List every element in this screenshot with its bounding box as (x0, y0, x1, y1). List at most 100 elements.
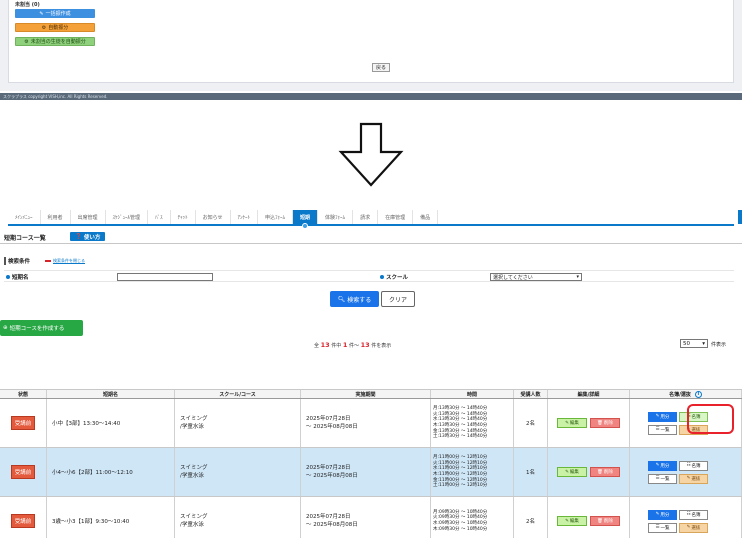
nav-item-billing[interactable]: 請求 (353, 210, 379, 224)
down-arrow-icon (338, 122, 404, 187)
nav-item-schedule[interactable]: ｽｹｼﾞｭｰﾙ管理 (106, 210, 149, 224)
help-icon: ❓ (75, 233, 82, 240)
edit-button[interactable]: ✎ 編集 (557, 516, 587, 526)
enrollment-count: 2名 (514, 497, 548, 538)
search-conditions-heading: 検索条件 (4, 257, 30, 265)
create-course-button[interactable]: ⊕ 短期コースを作成する (0, 320, 83, 336)
unassigned-count-label: 未割当 (0) (15, 2, 40, 8)
bullet-icon (380, 275, 384, 279)
nav-item-survey[interactable]: ｱﾝｹｰﾄ (231, 210, 259, 224)
delete-button[interactable]: 🗑︎ 削除 (590, 516, 620, 526)
nav-item-application-form[interactable]: 申込ﾌｫｰﾑ (258, 210, 294, 224)
split-button[interactable]: ✎ 用分 (648, 460, 677, 471)
header-edit: 編集/詳細 (548, 390, 630, 398)
auto-assign-unassigned-button[interactable]: ⚙ 未割当の生徒を自動振分 (15, 37, 95, 46)
time-slot: 木:09時30分 ～ 10時40分 (433, 526, 488, 532)
back-button[interactable]: 戻る (372, 63, 390, 72)
edit-button[interactable]: ✎ 編集 (557, 467, 587, 477)
header-period: 実施期間 (301, 390, 431, 398)
nav-item-news[interactable]: お知らせ (196, 210, 231, 224)
nav-item-attendance[interactable]: 出席管理 (71, 210, 106, 224)
delete-button[interactable]: 🗑︎ 削除 (590, 418, 620, 428)
edit-icon: ✎ (686, 476, 691, 481)
edit-icon: ✎ (655, 512, 660, 517)
bulk-create-button[interactable]: ✎ 一括振作成 (15, 9, 95, 18)
per-page-select[interactable]: 50 ▾ (680, 339, 708, 348)
course-name: 3歳～小3【1部】9:30～10:40 (47, 497, 175, 538)
chevron-down-icon: ▾ (702, 340, 705, 347)
list-button[interactable]: ☰ 一覧 (648, 424, 677, 435)
edit-button[interactable]: ✎ 編集 (557, 418, 587, 428)
list-icon: ☰ (655, 476, 660, 481)
school-name: スイミング (180, 465, 208, 471)
course-name: 小中【3部】13:30～14:40 (47, 399, 175, 447)
split-button[interactable]: ✎ 用分 (648, 411, 677, 422)
list-button[interactable]: ☰ 一覧 (648, 473, 677, 484)
select-button[interactable]: ✎ 選抜 (679, 473, 708, 484)
nav-item-inventory[interactable]: 在庫管理 (378, 210, 414, 224)
header-time: 時間 (431, 390, 514, 398)
list-icon: ☰ (655, 525, 660, 530)
table-header: 状態 短期名 スクール/コース 実施期間 時間 受講人数 編集/詳細 名簿/選抜… (0, 389, 742, 399)
nav-item-users[interactable]: 利用者 (41, 210, 71, 224)
course-name: 小4～小6【2部】11:00～12:10 (47, 448, 175, 496)
bullet-icon (6, 275, 10, 279)
edit-icon: ✎ (655, 414, 660, 419)
select-button[interactable]: ✎ 選抜 (679, 522, 708, 533)
time-slot: 土:11時00分 ～ 12時10分 (433, 483, 488, 489)
school-name: スイミング (180, 514, 208, 520)
nav-item-trial-form[interactable]: 体験ﾌｫｰﾑ (318, 210, 354, 224)
search-icon: 🔍︎ (337, 295, 346, 303)
course-category: /学童水泳 (180, 423, 204, 430)
course-name-label: 短期名 (6, 273, 29, 281)
status-badge: 受講前 (10, 416, 36, 430)
search-toggle-link[interactable]: 検索条件を閉じる (45, 258, 85, 264)
course-table: 状態 短期名 スクール/コース 実施期間 時間 受講人数 編集/詳細 名簿/選抜… (0, 389, 742, 538)
help-button[interactable]: ❓ 使い方 (70, 232, 106, 241)
school-name: スイミング (180, 416, 208, 422)
edit-icon: ✎ (565, 420, 569, 426)
delete-button[interactable]: 🗑︎ 削除 (590, 467, 620, 477)
course-name-input[interactable] (117, 273, 213, 281)
school-label: スクール (380, 273, 408, 281)
edit-icon: ✎ (565, 469, 569, 475)
enrollment-count: 2名 (514, 399, 548, 447)
course-category: /学童水泳 (180, 472, 204, 479)
nav-item-bus[interactable]: ﾊﾞｽ (148, 210, 171, 224)
plus-icon: ⊕ (3, 325, 8, 331)
trash-icon: 🗑︎ (597, 518, 603, 524)
nav-item-short-term[interactable]: 短期 (293, 210, 319, 229)
period-start: 2025年07月28日 (306, 514, 351, 520)
table-row: 受講前 小4～小6【2部】11:00～12:10 スイミング/学童水泳 2025… (0, 448, 742, 497)
list-button[interactable]: ☰ 一覧 (648, 522, 677, 533)
assignment-card: 未割当 (0) ✎ 一括振作成 ⚙ 自動振分 ⚙ 未割当の生徒を自動振分 戻る (8, 0, 734, 83)
edit-icon: ✎ (655, 463, 660, 468)
nav-edge-marker (738, 210, 742, 224)
clear-button[interactable]: クリア (381, 291, 415, 307)
copyright-footer: スクラプラス copyright VISH,inc. All Rights Re… (0, 93, 742, 100)
nav-item-equipment[interactable]: 備品 (413, 210, 439, 224)
search-button[interactable]: 🔍︎ 検索する (330, 291, 379, 307)
edit-icon: ✎ (686, 525, 691, 530)
info-icon[interactable]: i (694, 390, 702, 398)
split-button[interactable]: ✎ 用分 (648, 509, 677, 520)
list-icon: ☷ (686, 512, 691, 517)
enrollment-count: 1名 (514, 448, 548, 496)
roster-button[interactable]: ☷ 名簿 (679, 460, 708, 471)
status-badge: 受講前 (10, 465, 36, 479)
period-start: 2025年07月28日 (306, 416, 351, 422)
header-status: 状態 (0, 390, 47, 398)
nav-item-chat[interactable]: ﾁｬｯﾄ (171, 210, 196, 224)
time-slot: 土:13時30分 ～ 14時40分 (433, 434, 488, 440)
period-end: ～ 2025年08月08日 (306, 521, 358, 528)
period-start: 2025年07月28日 (306, 465, 351, 471)
roster-button[interactable]: ☷ 名簿 (679, 509, 708, 520)
school-select[interactable]: 選択してください ▾ (490, 273, 582, 281)
gear-icon: ⚙ (24, 38, 29, 45)
roster-button-highlight (687, 404, 734, 434)
period-end: ～ 2025年08月08日 (306, 423, 358, 430)
per-page-label: 件表示 (711, 342, 727, 348)
auto-assign-button[interactable]: ⚙ 自動振分 (15, 23, 95, 32)
search-row: 短期名 スクール 選択してください ▾ (4, 270, 734, 282)
nav-item-main-menu[interactable]: ﾒｲﾝﾒﾆｭｰ (8, 210, 41, 224)
